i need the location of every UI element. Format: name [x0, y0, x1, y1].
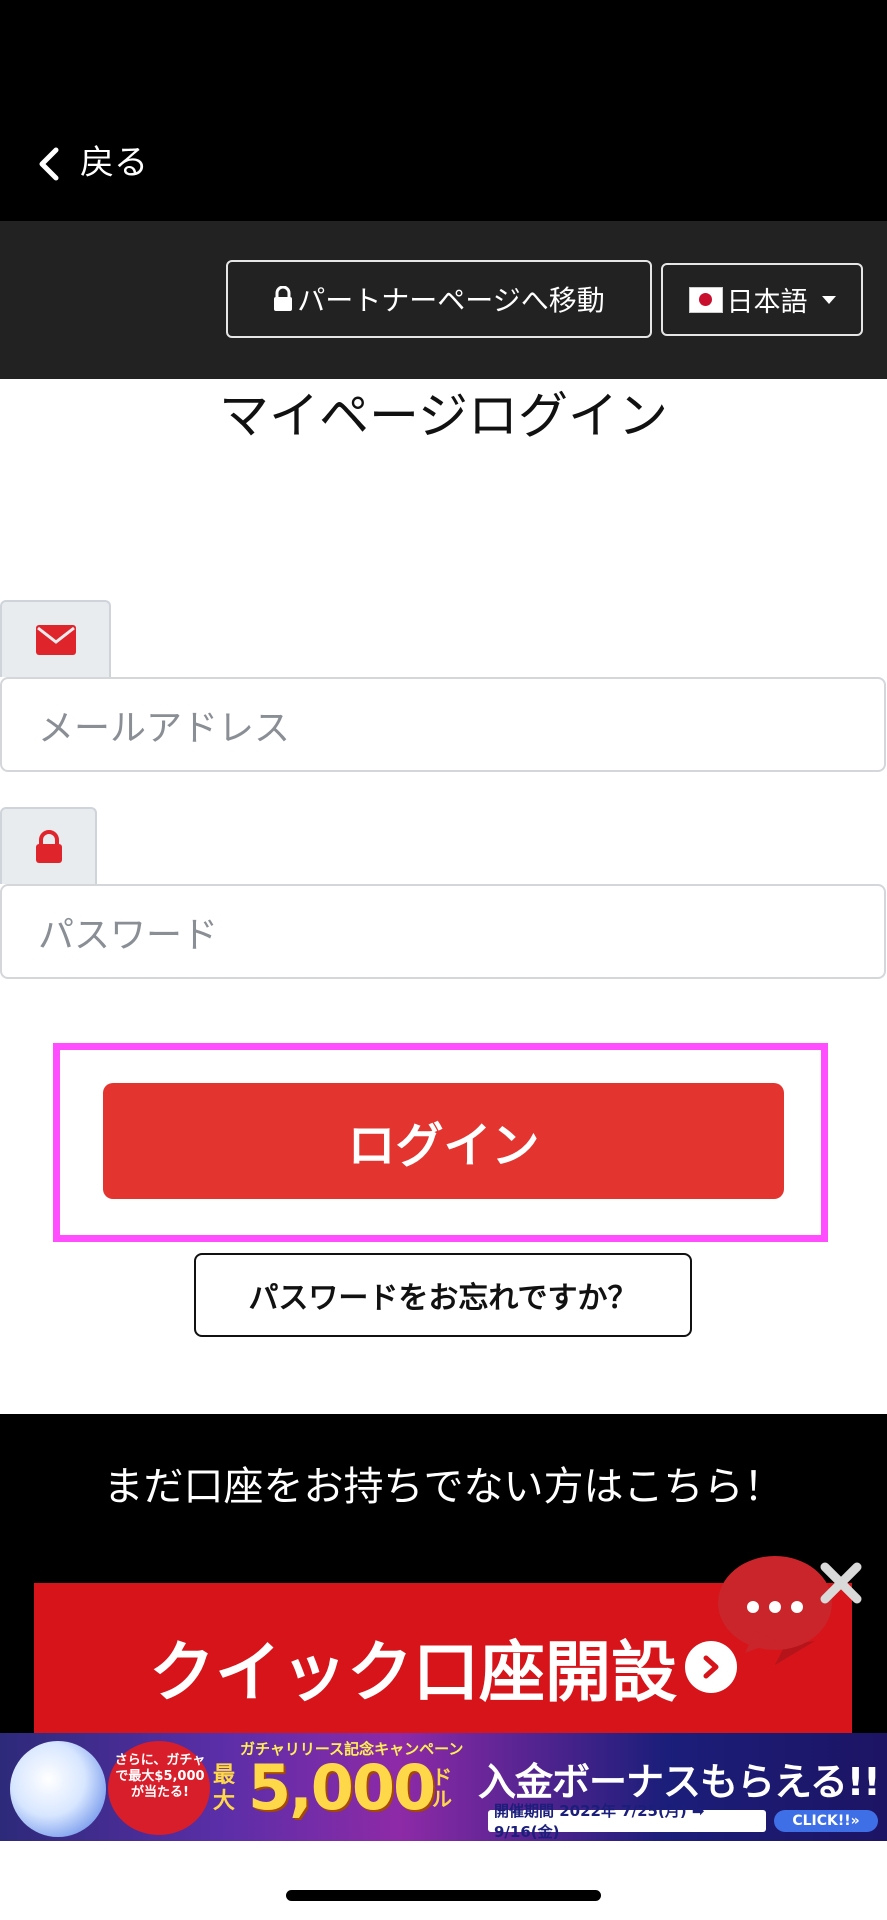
home-indicator[interactable] [286, 1890, 601, 1901]
password-addon [0, 807, 97, 884]
caret-down-icon [821, 295, 836, 304]
amount-prefix: 最大 [213, 1763, 236, 1814]
page-title: マイページログイン [219, 387, 668, 445]
gacha-capsule-icon [10, 1741, 106, 1837]
promo-badge-text: さらに、ガチャで最大$5,000が当たる! [114, 1753, 206, 1800]
banner-headline: 入金ボーナスもらえる!! [478, 1760, 881, 1804]
language-label: 日本語 [726, 287, 808, 318]
email-placeholder: メールアドレス [38, 707, 291, 749]
email-field[interactable]: メールアドレス [0, 677, 886, 772]
close-icon[interactable] [820, 1562, 862, 1604]
promo-banner[interactable]: さらに、ガチャで最大$5,000が当たる! ガチャリリース記念キャンペーン 最大… [0, 1733, 887, 1841]
email-addon [0, 600, 111, 677]
bonus-amount: 5,000 [248, 1751, 436, 1824]
partner-page-label: パートナーページへ移動 [297, 284, 605, 317]
lock-icon [274, 286, 293, 311]
banner-click-button[interactable]: CLICK!!» [774, 1810, 878, 1832]
lock-icon [35, 829, 62, 863]
signup-prompt: まだ口座をお持ちでない方はこちら！ [103, 1464, 784, 1510]
chat-bubble-icon[interactable] [715, 1545, 875, 1675]
campaign-period: 開催期間 2022年 7/25(月) ➡ 9/16(金) [488, 1802, 766, 1841]
password-field[interactable]: パスワード [0, 884, 886, 979]
partner-page-button[interactable]: パートナーページへ移動 [226, 260, 652, 338]
language-dropdown[interactable]: 日本語 [661, 263, 863, 336]
login-button[interactable]: ログイン [103, 1083, 784, 1199]
quick-account-open-label: クイック口座開設 [149, 1633, 677, 1711]
forgot-password-button[interactable]: パスワードをお忘れですか？ [194, 1253, 692, 1337]
back-link[interactable]: 戻る [80, 140, 148, 186]
top-bar [0, 0, 887, 221]
amount-unit: ドル [432, 1765, 452, 1811]
password-placeholder: パスワード [38, 914, 219, 956]
envelope-icon [35, 624, 76, 655]
japan-flag-icon [688, 286, 723, 313]
back-chevron-icon[interactable] [34, 147, 64, 181]
